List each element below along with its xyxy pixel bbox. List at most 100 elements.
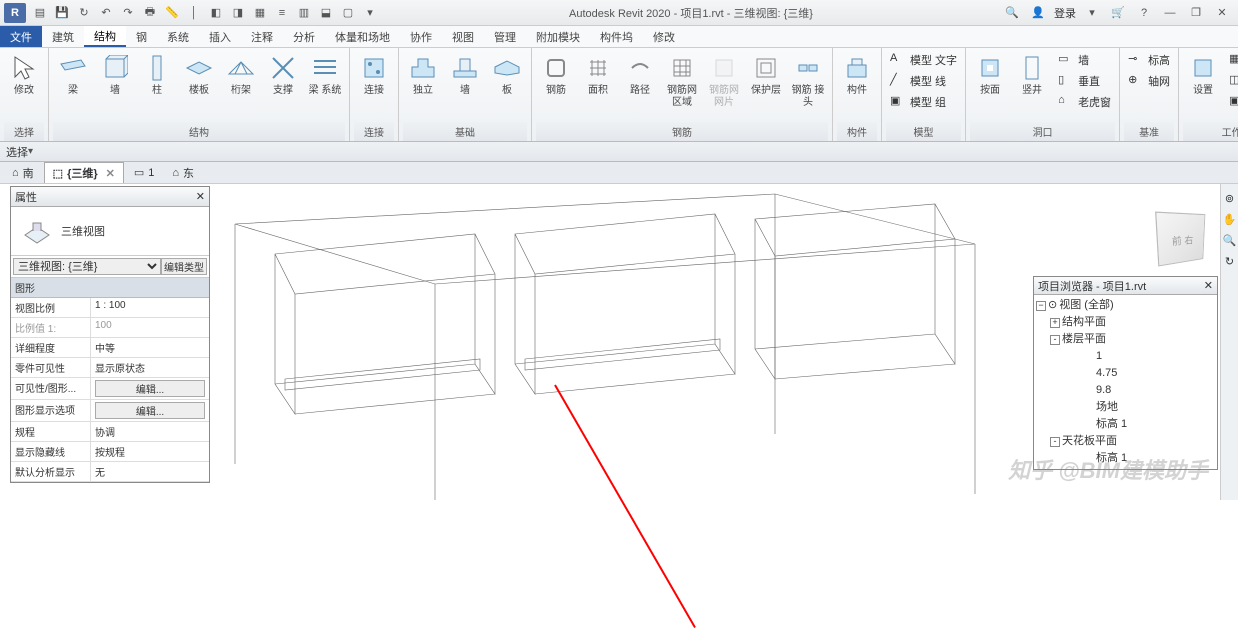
close-icon[interactable]: ✕ <box>1212 3 1232 23</box>
tab-arch[interactable]: 建筑 <box>42 26 84 47</box>
tab-collab[interactable]: 协作 <box>400 26 442 47</box>
qat-icon[interactable]: ◨ <box>228 3 248 23</box>
property-row[interactable]: 规程协调 <box>11 422 209 442</box>
byface-button[interactable]: 按面 <box>970 50 1010 100</box>
qat-open-icon[interactable]: ▤ <box>30 3 50 23</box>
path-button[interactable]: 路径 <box>620 50 660 100</box>
tree-item[interactable]: 4.75 <box>1036 365 1215 382</box>
tab-massing[interactable]: 体量和场地 <box>325 26 400 47</box>
property-row[interactable]: 显示隐藏线按规程 <box>11 442 209 462</box>
qat-icon[interactable]: ⬓ <box>316 3 336 23</box>
tree-item[interactable]: 9.8 <box>1036 382 1215 399</box>
beam-button[interactable]: 梁 <box>53 50 93 100</box>
beamsystem-button[interactable]: 梁 系统 <box>305 50 345 100</box>
tree-item[interactable]: +结构平面 <box>1036 314 1215 331</box>
modeltext-button[interactable]: A模型 文字 <box>886 50 961 70</box>
fabric-sheet-button[interactable]: 钢筋网 网片 <box>704 50 744 112</box>
login-label[interactable]: 登录 <box>1054 5 1076 21</box>
component-button[interactable]: 构件 <box>837 50 877 100</box>
modelline-button[interactable]: ╱模型 线 <box>886 71 961 91</box>
nav-icon[interactable]: ✋ <box>1223 213 1237 226</box>
qat-icon[interactable]: ▥ <box>294 3 314 23</box>
coupler-button[interactable]: 钢筋 接头 <box>788 50 828 112</box>
help-icon[interactable]: ? <box>1134 3 1154 23</box>
dormer-button[interactable]: ⌂老虎窗 <box>1054 92 1115 112</box>
tree-item[interactable]: 场地 <box>1036 399 1215 416</box>
browser-close-icon[interactable]: ✕ <box>1204 279 1213 292</box>
tab-modify[interactable]: 修改 <box>643 26 685 47</box>
isolated-button[interactable]: 独立 <box>403 50 443 100</box>
show-button[interactable]: ▦显示 <box>1225 50 1238 70</box>
edit-button[interactable]: 编辑... <box>95 380 205 397</box>
grid-button[interactable]: ⊕轴网 <box>1124 71 1174 91</box>
tree-item[interactable]: 1 <box>1036 348 1215 365</box>
app-logo[interactable]: R <box>4 3 26 23</box>
qat-icon[interactable]: ▦ <box>250 3 270 23</box>
set-button[interactable]: 设置 <box>1183 50 1223 100</box>
fabric-area-button[interactable]: 钢筋网 区域 <box>662 50 702 112</box>
qat-sync-icon[interactable]: ↻ <box>74 3 94 23</box>
qat-redo-icon[interactable]: ↷ <box>118 3 138 23</box>
floor-button[interactable]: 楼板 <box>179 50 219 100</box>
tree-item[interactable]: 标高 1 <box>1036 416 1215 433</box>
viewtab-south[interactable]: ⌂南 <box>4 163 42 183</box>
close-tab-icon[interactable]: ✕ <box>106 167 115 180</box>
connection-button[interactable]: 连接 <box>354 50 394 100</box>
tab-gjw[interactable]: 构件坞 <box>590 26 643 47</box>
truss-button[interactable]: 桁架 <box>221 50 261 100</box>
brace-button[interactable]: 支撑 <box>263 50 303 100</box>
property-group[interactable]: 图形 <box>11 278 209 298</box>
property-row[interactable]: 比例值 1:100 <box>11 318 209 338</box>
type-selector[interactable]: 三维视图: {三维} <box>13 258 161 275</box>
tab-systems[interactable]: 系统 <box>157 26 199 47</box>
qat-undo-icon[interactable]: ↶ <box>96 3 116 23</box>
modify-button[interactable]: 修改 <box>4 50 44 100</box>
property-row[interactable]: 零件可见性显示原状态 <box>11 358 209 378</box>
tab-manage[interactable]: 管理 <box>484 26 526 47</box>
edit-type-button[interactable]: 编辑类型 <box>161 258 207 275</box>
tree-item[interactable]: -楼层平面 <box>1036 331 1215 348</box>
shaft-button[interactable]: 竖井 <box>1012 50 1052 100</box>
view-cube[interactable]: 前 右 <box>1155 211 1205 266</box>
qat-print-icon[interactable]: 🖶 <box>140 3 160 23</box>
qat-icon[interactable]: ▢ <box>338 3 358 23</box>
property-row[interactable]: 可见性/图形...编辑... <box>11 378 209 400</box>
edit-button[interactable]: 编辑... <box>95 402 205 419</box>
slab-button[interactable]: 板 <box>487 50 527 100</box>
nav-icon[interactable]: ⊚ <box>1225 192 1234 205</box>
tab-steel[interactable]: 钢 <box>126 26 157 47</box>
tab-view[interactable]: 视图 <box>442 26 484 47</box>
area-button[interactable]: 面积 <box>578 50 618 100</box>
property-row[interactable]: 默认分析显示无 <box>11 462 209 482</box>
tab-addins[interactable]: 附加模块 <box>526 26 590 47</box>
level-button[interactable]: ⊸标高 <box>1124 50 1174 70</box>
modelgroup-button[interactable]: ▣模型 组 <box>886 92 961 112</box>
minimize-icon[interactable]: — <box>1160 3 1180 23</box>
viewtab-1[interactable]: ▭1 <box>126 164 163 181</box>
qat-icon[interactable]: ▾ <box>360 3 380 23</box>
tab-insert[interactable]: 插入 <box>199 26 241 47</box>
qat-icon[interactable]: ≡ <box>272 3 292 23</box>
viewtab-3d[interactable]: ⬚{三维}✕ <box>44 162 124 183</box>
tab-file[interactable]: 文件 <box>0 26 42 47</box>
property-row[interactable]: 图形显示选项编辑... <box>11 400 209 422</box>
nav-icon[interactable]: ↻ <box>1225 255 1234 268</box>
user-icon[interactable]: 👤 <box>1028 3 1048 23</box>
qat-measure-icon[interactable]: 📏 <box>162 3 182 23</box>
tree-root[interactable]: −⊙视图 (全部) <box>1036 297 1215 314</box>
tab-analyze[interactable]: 分析 <box>283 26 325 47</box>
tree-item[interactable]: -天花板平面 <box>1036 433 1215 450</box>
wallfdn-button[interactable]: 墙 <box>445 50 485 100</box>
cover-button[interactable]: 保护层 <box>746 50 786 100</box>
ref-button[interactable]: ◫参照 平面 <box>1225 71 1238 91</box>
nav-icon[interactable]: 🔍 <box>1223 234 1237 247</box>
tab-annotate[interactable]: 注释 <box>241 26 283 47</box>
viewtab-east[interactable]: ⌂东 <box>164 163 202 183</box>
rebar-button[interactable]: 钢筋 <box>536 50 576 100</box>
qat-save-icon[interactable]: 💾 <box>52 3 72 23</box>
qat-icon[interactable]: ◧ <box>206 3 226 23</box>
tab-structure[interactable]: 结构 <box>84 26 126 47</box>
property-row[interactable]: 详细程度中等 <box>11 338 209 358</box>
properties-close-icon[interactable]: ✕ <box>196 190 205 203</box>
dropdown-icon[interactable]: ▾ <box>1082 3 1102 23</box>
